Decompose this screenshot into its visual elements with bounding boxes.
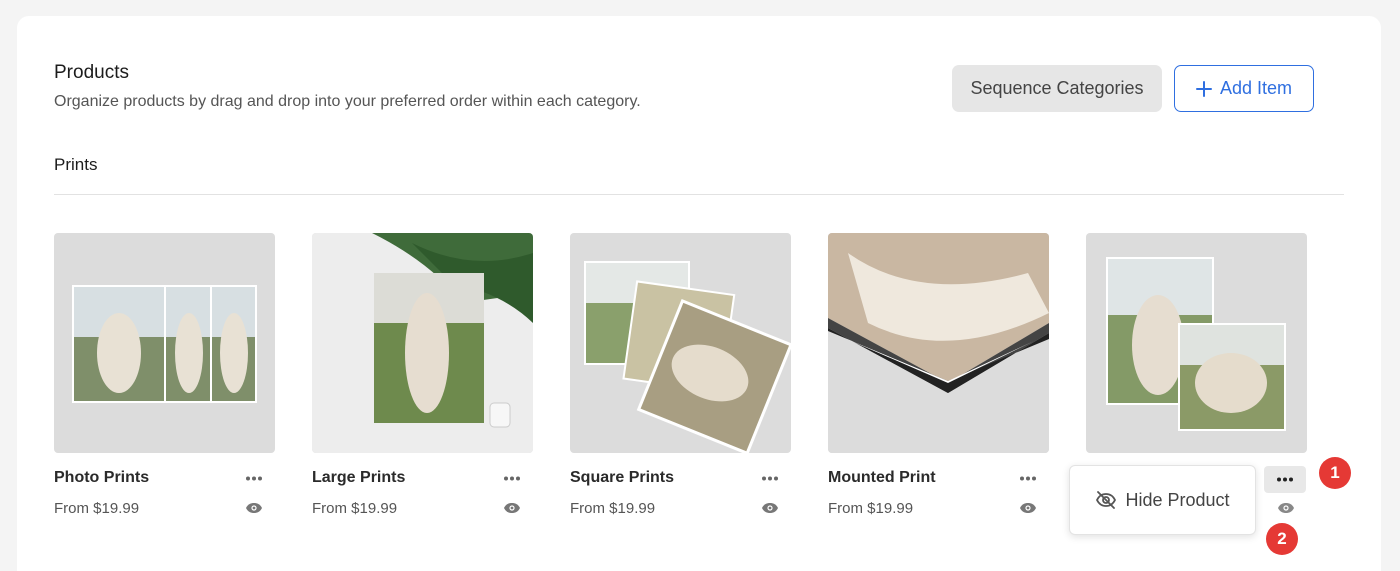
more-icon xyxy=(1020,476,1036,480)
eye-icon[interactable] xyxy=(1277,502,1295,514)
eye-off-icon xyxy=(1096,491,1117,509)
product-name[interactable]: Square Prints xyxy=(570,469,674,487)
eye-icon[interactable] xyxy=(1019,502,1037,514)
sequence-categories-label: Sequence Categories xyxy=(970,78,1144,98)
eye-icon[interactable] xyxy=(761,502,779,514)
product-name[interactable]: Mounted Print xyxy=(828,469,936,487)
divider xyxy=(54,194,1344,195)
hide-product-menu-item[interactable]: Hide Product xyxy=(1069,465,1256,535)
eye-icon[interactable] xyxy=(245,502,263,514)
eye-icon[interactable] xyxy=(503,502,521,514)
product-thumbnail[interactable] xyxy=(54,233,275,453)
more-icon xyxy=(1277,477,1293,482)
more-options-button[interactable] xyxy=(759,468,781,488)
product-name[interactable]: Photo Prints xyxy=(54,469,149,487)
step-badge: 1 xyxy=(1319,457,1351,489)
product-price: From $19.99 xyxy=(828,500,914,517)
sequence-categories-button[interactable]: Sequence Categories xyxy=(952,65,1162,112)
plus-icon xyxy=(1195,80,1212,97)
more-options-button[interactable] xyxy=(243,468,265,488)
more-icon xyxy=(762,476,778,480)
add-item-button[interactable]: Add Item xyxy=(1174,65,1314,112)
more-options-button-active[interactable] xyxy=(1264,466,1306,493)
product-name[interactable]: Large Prints xyxy=(312,469,405,487)
more-icon xyxy=(246,476,262,480)
product-thumbnail[interactable] xyxy=(570,233,791,453)
product-thumbnail[interactable] xyxy=(1086,233,1307,453)
page-subtitle: Organize products by drag and drop into … xyxy=(54,93,641,110)
step-badge: 2 xyxy=(1266,523,1298,555)
product-price: From $19.99 xyxy=(54,500,140,517)
product-price: From $19.99 xyxy=(570,500,656,517)
page-title: Products xyxy=(54,62,129,83)
product-price: From $19.99 xyxy=(312,500,398,517)
more-options-button[interactable] xyxy=(501,468,523,488)
category-title: Prints xyxy=(54,155,98,174)
product-thumbnail[interactable] xyxy=(312,233,533,453)
more-icon xyxy=(504,476,520,480)
more-options-button[interactable] xyxy=(1017,468,1039,488)
add-item-label: Add Item xyxy=(1219,78,1293,98)
product-thumbnail[interactable] xyxy=(828,233,1049,453)
hide-product-label: Hide Product xyxy=(1125,489,1230,510)
